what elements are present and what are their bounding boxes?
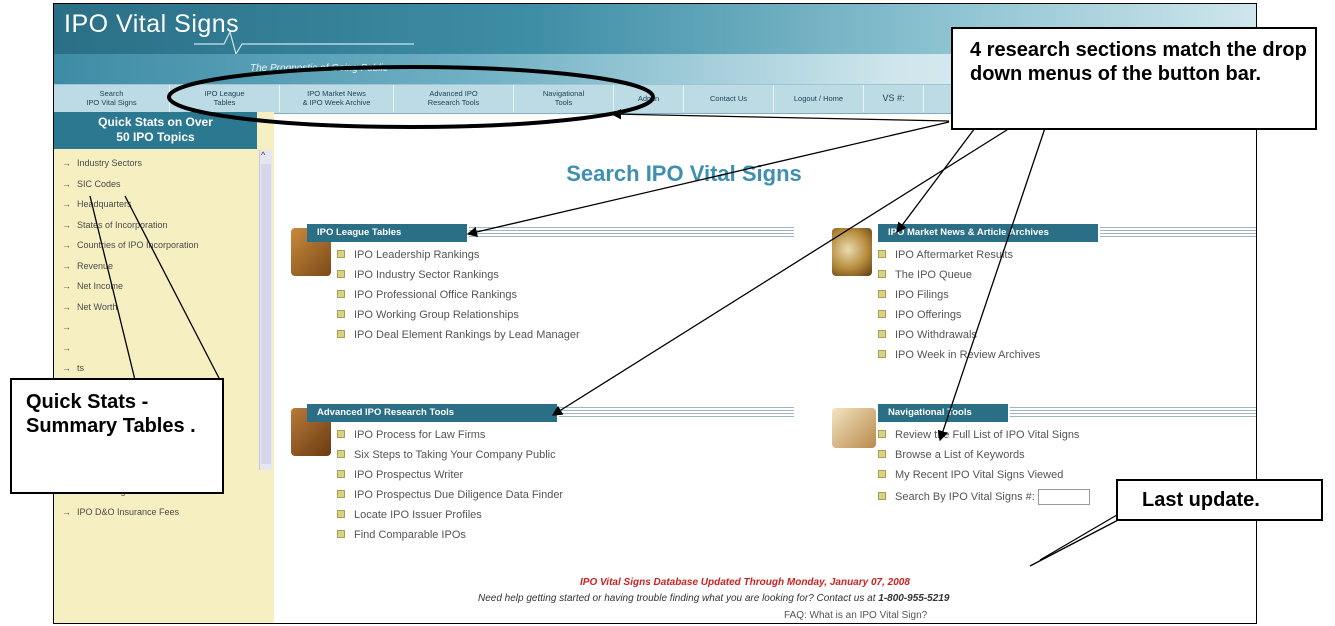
nav-highlight-ellipse xyxy=(167,65,655,129)
callout-quick-stats: Quick Stats - Summary Tables . xyxy=(10,378,224,494)
callout-research-sections: 4 research sections match the drop down … xyxy=(951,27,1317,130)
callout-last-update: Last update. xyxy=(1116,479,1323,521)
